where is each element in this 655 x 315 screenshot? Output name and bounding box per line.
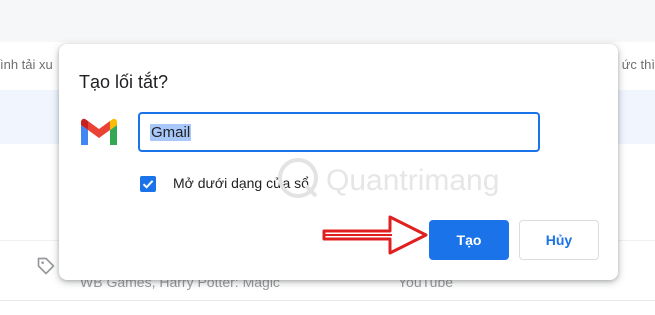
checkmark-icon xyxy=(142,180,154,189)
input-value: Gmail xyxy=(150,123,192,141)
open-as-window-checkbox[interactable] xyxy=(140,176,156,192)
watermark-text: Quantrimang xyxy=(326,164,499,197)
gmail-icon xyxy=(81,118,117,145)
cancel-button[interactable]: Hủy xyxy=(519,220,599,260)
create-button[interactable]: Tạo xyxy=(429,220,509,260)
annotation-arrow-icon xyxy=(322,215,428,255)
watermark-logo: Quantrimang xyxy=(278,158,499,198)
dialog-title: Tạo lối tắt? xyxy=(79,72,169,92)
shortcut-name-input[interactable]: Gmail xyxy=(138,112,540,152)
